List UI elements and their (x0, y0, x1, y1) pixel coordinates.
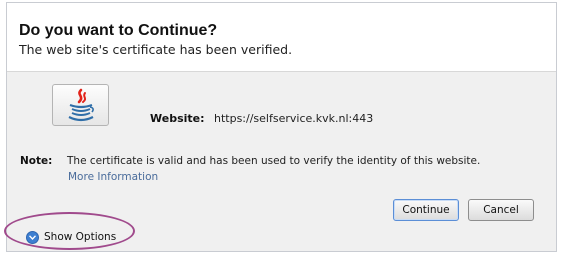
dialog-header: Do you want to Continue? The web site's … (7, 3, 556, 72)
show-options-label: Show Options (44, 231, 117, 243)
dialog-title: Do you want to Continue? (19, 22, 218, 39)
dialog-subtitle: The web site's certificate has been veri… (19, 42, 293, 57)
more-information-link[interactable]: More Information (68, 171, 158, 183)
cancel-button[interactable]: Cancel (468, 199, 534, 221)
note-label: Note: (20, 155, 53, 167)
website-label: Website: (150, 112, 205, 125)
show-options-toggle[interactable]: Show Options (26, 228, 116, 246)
java-icon (52, 84, 109, 126)
website-url: https://selfservice.kvk.nl:443 (214, 112, 374, 125)
chevron-down-icon (26, 230, 39, 244)
certificate-dialog: Do you want to Continue? The web site's … (6, 2, 557, 252)
continue-button[interactable]: Continue (393, 199, 459, 221)
note-text: The certificate is valid and has been us… (67, 155, 481, 167)
